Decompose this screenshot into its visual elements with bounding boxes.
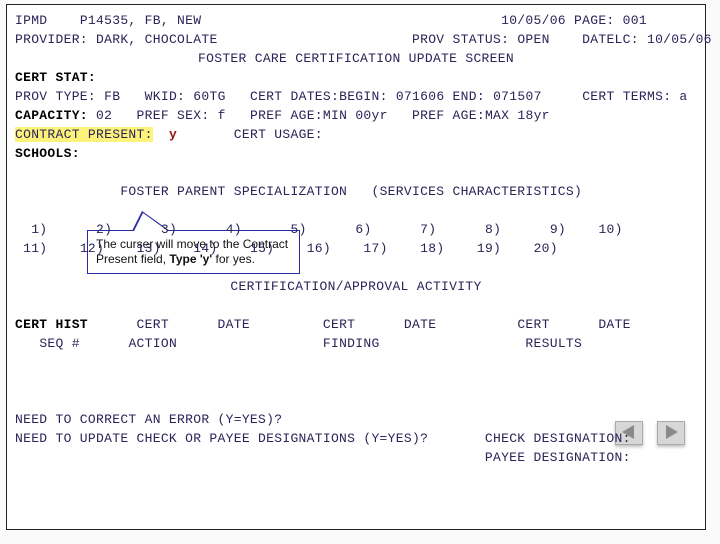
provider-name: DARK, CHOCOLATE (96, 32, 218, 47)
capacity: 02 (96, 108, 112, 123)
cell-3[interactable]: 3) (153, 222, 177, 237)
pref-age-max-label: PREF AGE:MAX (412, 108, 509, 123)
blank-2 (15, 201, 697, 220)
question-2[interactable]: NEED TO UPDATE CHECK OR PAYEE DESIGNATIO… (15, 431, 428, 446)
schools-label: SCHOOLS: (15, 146, 80, 161)
provider-row: PROVIDER: DARK, CHOCOLATE PROV STATUS: O… (15, 30, 697, 49)
capacity-row: CAPACITY: 02 PREF SEX: f PREF AGE:MIN 00… (15, 106, 697, 125)
blank-7 (15, 391, 697, 410)
header-date: 10/05/06 (501, 13, 566, 28)
cell-18[interactable]: 18) (420, 241, 444, 256)
cert-dates-label: CERT DATES:BEGIN: (250, 89, 388, 104)
col-cert-hist: CERT HIST (15, 317, 88, 332)
capacity-label: CAPACITY: (15, 108, 88, 123)
col-cert-d: CERT (323, 317, 355, 332)
prov-type: FB (104, 89, 120, 104)
col-date-1: DATE (218, 317, 250, 332)
cert-terms-label: CERT TERMS: (582, 89, 671, 104)
cell-2[interactable]: 2) (88, 222, 112, 237)
col-cert-b: CERT (137, 317, 169, 332)
cert-end-label: END: (453, 89, 485, 104)
payee-desig-label: PAYEE DESIGNATION: (485, 450, 631, 465)
question-2-row: NEED TO UPDATE CHECK OR PAYEE DESIGNATIO… (15, 429, 697, 448)
contract-present-input[interactable]: y (169, 127, 177, 142)
col-date-3: DATE (598, 317, 630, 332)
cell-15[interactable]: 15) (250, 241, 274, 256)
cell-17[interactable]: 17) (363, 241, 387, 256)
cell-8[interactable]: 8) (477, 222, 501, 237)
cell-13[interactable]: 13) (137, 241, 161, 256)
screen-title: FOSTER CARE CERTIFICATION UPDATE SCREEN (15, 49, 697, 68)
wkid-label: WKID: (145, 89, 186, 104)
schools-row: SCHOOLS: (15, 144, 697, 163)
cell-9[interactable]: 9) (542, 222, 566, 237)
app-code: IPMD (15, 13, 47, 28)
col-action: ACTION (128, 336, 177, 351)
page-number: 001 (623, 13, 647, 28)
blank-1 (15, 163, 697, 182)
cell-7[interactable]: 7) (412, 222, 436, 237)
acct-suffix: , FB, NEW (128, 13, 201, 28)
cell-10[interactable]: 10) (598, 222, 622, 237)
cert-terms: a (679, 89, 687, 104)
cell-11[interactable]: 11) (23, 241, 47, 256)
page-label: PAGE: (574, 13, 615, 28)
grid-row-2: 11) 12) 13) 14) 15) 16) 17) 18) 19) 20) (15, 239, 697, 258)
blank-3 (15, 258, 697, 277)
specialization-title: FOSTER PARENT SPECIALIZATION (SERVICES C… (15, 182, 697, 201)
col-date-2: DATE (404, 317, 436, 332)
terminal-panel: IPMD P14535, FB, NEW 10/05/06 PAGE: 001 … (6, 4, 706, 530)
pref-age-min: 00yr (355, 108, 387, 123)
cert-end: 071507 (493, 89, 542, 104)
cell-20[interactable]: 20) (534, 241, 558, 256)
cert-usage-label: CERT USAGE: (234, 127, 323, 142)
provider-label: PROVIDER: (15, 32, 88, 47)
grid-row-1: 1) 2) 3) 4) 5) 6) 7) 8) 9) 10) (15, 220, 697, 239)
col-finding: FINDING (323, 336, 380, 351)
cell-14[interactable]: 14) (193, 241, 217, 256)
prov-status-label: PROV STATUS: (412, 32, 509, 47)
col-headers-2: SEQ # ACTION FINDING RESULTS (15, 334, 697, 353)
col-headers-1: CERT HIST CERT DATE CERT DATE CERT DATE (15, 315, 697, 334)
cell-12[interactable]: 12) (80, 241, 104, 256)
blank-5 (15, 353, 697, 372)
cell-16[interactable]: 16) (307, 241, 331, 256)
prov-status: OPEN (517, 32, 549, 47)
contract-row: CONTRACT PRESENT: y CERT USAGE: (15, 125, 697, 144)
payee-row: PAYEE DESIGNATION: (15, 448, 697, 467)
check-desig-label: CHECK DESIGNATION: (485, 431, 631, 446)
cert-stat-row: CERT STAT: (15, 68, 697, 87)
question-1[interactable]: NEED TO CORRECT AN ERROR (Y=YES)? (15, 410, 697, 429)
cell-19[interactable]: 19) (477, 241, 501, 256)
col-seq: SEQ # (39, 336, 80, 351)
cell-6[interactable]: 6) (347, 222, 371, 237)
pref-age-min-label: PREF AGE:MIN (250, 108, 347, 123)
blank-4 (15, 296, 697, 315)
header-row: IPMD P14535, FB, NEW 10/05/06 PAGE: 001 (15, 11, 697, 30)
cert-begin: 071606 (396, 89, 445, 104)
cell-5[interactable]: 5) (282, 222, 306, 237)
specialization-title-text: FOSTER PARENT SPECIALIZATION (SERVICES C… (120, 184, 582, 199)
prov-type-row: PROV TYPE: FB WKID: 60TG CERT DATES:BEGI… (15, 87, 697, 106)
datelc-label: DATELC: (582, 32, 639, 47)
pref-sex: f (218, 108, 226, 123)
col-cert-f: CERT (517, 317, 549, 332)
pref-sex-label: PREF SEX: (137, 108, 210, 123)
contract-present-label: CONTRACT PRESENT: (15, 127, 153, 142)
prov-type-label: PROV TYPE: (15, 89, 96, 104)
col-results: RESULTS (525, 336, 582, 351)
blank-6 (15, 372, 697, 391)
acct-id: P14535 (80, 13, 129, 28)
wkid: 60TG (193, 89, 225, 104)
cell-4[interactable]: 4) (218, 222, 242, 237)
pref-age-max: 18yr (517, 108, 549, 123)
activity-title: CERTIFICATION/APPROVAL ACTIVITY (15, 277, 697, 296)
datelc: 10/05/06 (647, 32, 712, 47)
cell-1[interactable]: 1) (23, 222, 47, 237)
cert-stat-label: CERT STAT: (15, 70, 96, 85)
